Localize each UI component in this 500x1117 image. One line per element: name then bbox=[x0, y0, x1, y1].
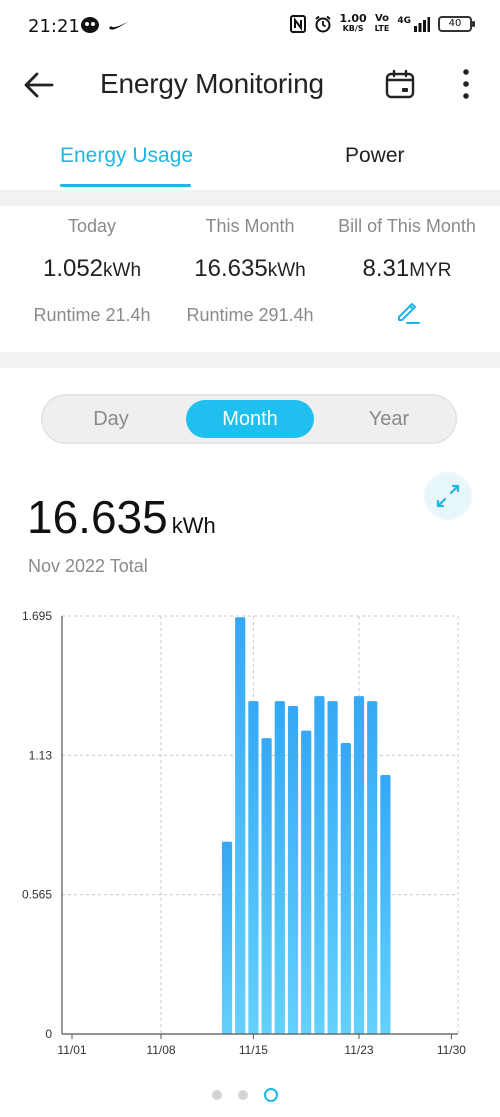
chart-bar bbox=[367, 701, 378, 1034]
status-left-icons bbox=[80, 16, 130, 34]
battery-indicator: 40 bbox=[438, 16, 475, 32]
calendar-icon[interactable] bbox=[384, 68, 416, 100]
page-dot-2[interactable] bbox=[238, 1090, 248, 1100]
month-value-row: 16.635kWh bbox=[167, 255, 333, 283]
summary-panel: Today 1.052kWh Runtime 21.4h This Month … bbox=[0, 206, 500, 352]
tab-power[interactable]: Power bbox=[345, 144, 405, 168]
summary-bill: Bill of This Month 8.31MYR bbox=[324, 206, 490, 329]
total-row: 16.635 kWh bbox=[27, 490, 216, 544]
month-unit: kWh bbox=[267, 260, 306, 281]
y-tick-label: 0 bbox=[45, 1027, 52, 1041]
chart-bar bbox=[327, 701, 338, 1034]
total-label: Nov 2022 Total bbox=[28, 556, 148, 576]
active-tab-indicator bbox=[60, 184, 191, 187]
x-tick-label: 11/23 bbox=[344, 1043, 373, 1057]
page-title: Energy Monitoring bbox=[100, 68, 324, 99]
net-speed-unit: KB/S bbox=[342, 24, 364, 33]
chart-bar bbox=[380, 775, 391, 1034]
chart-bar bbox=[314, 696, 325, 1034]
y-tick-label: 1.13 bbox=[29, 748, 53, 762]
x-tick-label: 11/01 bbox=[57, 1043, 86, 1057]
chart-bar bbox=[287, 706, 299, 1034]
chart-bar bbox=[301, 730, 312, 1034]
alarm-icon bbox=[314, 15, 331, 33]
expand-icon bbox=[436, 484, 460, 508]
chart-bar bbox=[353, 696, 365, 1034]
total-unit: kWh bbox=[171, 513, 216, 538]
chart-bar bbox=[248, 701, 259, 1034]
x-tick-label: 11/30 bbox=[437, 1043, 466, 1057]
page-dot-3-active[interactable] bbox=[264, 1088, 278, 1102]
summary-month: This Month 16.635kWh Runtime 291.4h bbox=[167, 206, 333, 326]
status-time: 21:21 bbox=[28, 16, 80, 37]
swoosh-icon bbox=[109, 21, 129, 30]
net-speed: 1.00 KB/S bbox=[339, 12, 367, 34]
app-bar: Energy Monitoring bbox=[0, 58, 500, 114]
month-value: 16.635 bbox=[194, 255, 268, 282]
more-vertical-icon[interactable] bbox=[458, 66, 474, 102]
chart-bar bbox=[261, 738, 272, 1034]
arrow-left-icon[interactable] bbox=[22, 68, 56, 102]
tab-energy-usage[interactable]: Energy Usage bbox=[60, 144, 193, 168]
x-tick-label: 11/08 bbox=[146, 1043, 175, 1057]
tab-bar: Energy Usage Power bbox=[0, 130, 500, 190]
volte-indicator: Vo LTE bbox=[375, 14, 390, 34]
page-indicator bbox=[212, 1088, 278, 1102]
today-value-row: 1.052kWh bbox=[9, 255, 175, 283]
bill-unit: MYR bbox=[409, 260, 452, 281]
bill-label: Bill of This Month bbox=[338, 216, 476, 236]
status-bar: 21:21 1.00 KB/S Vo LTE 4G 40 bbox=[0, 0, 500, 58]
today-runtime: Runtime 21.4h bbox=[33, 305, 151, 325]
today-label: Today bbox=[67, 216, 117, 236]
divider-band bbox=[0, 190, 500, 206]
nfc-icon bbox=[289, 15, 306, 33]
y-tick-label: 1.695 bbox=[22, 609, 52, 623]
signal-icon bbox=[414, 17, 430, 32]
chart-bar bbox=[235, 617, 246, 1034]
period-day[interactable]: Day bbox=[61, 394, 161, 444]
energy-bar-chart: 0 0.565 1.13 1.695 11/01 11/08 11/15 11/23 11/30 bbox=[22, 609, 466, 1057]
chart-bar bbox=[274, 701, 285, 1034]
status-right-icons: 1.00 KB/S Vo LTE 4G 40 bbox=[289, 12, 475, 34]
chart-bar bbox=[340, 743, 351, 1034]
signal-group: 4G bbox=[397, 16, 430, 32]
summary-today: Today 1.052kWh Runtime 21.4h bbox=[9, 206, 175, 326]
today-value: 1.052 bbox=[42, 255, 104, 282]
period-selector: Day Month Year bbox=[41, 394, 457, 444]
app-notification-icon bbox=[81, 17, 99, 33]
chart-bar bbox=[221, 841, 233, 1034]
month-label: This Month bbox=[205, 216, 295, 236]
today-unit: kWh bbox=[103, 260, 142, 281]
expand-button[interactable] bbox=[424, 472, 472, 520]
page-dot-1[interactable] bbox=[212, 1090, 222, 1100]
volte-bottom: LTE bbox=[374, 24, 390, 33]
bill-value-row: 8.31MYR bbox=[324, 255, 490, 283]
volte-top: Vo bbox=[374, 13, 390, 24]
edit-pencil-icon[interactable] bbox=[393, 297, 421, 325]
period-year[interactable]: Year bbox=[339, 394, 439, 444]
divider-band-2 bbox=[0, 352, 500, 368]
y-tick-label: 0.565 bbox=[22, 888, 52, 902]
network-type: 4G bbox=[397, 16, 411, 26]
total-value: 16.635 bbox=[27, 491, 168, 543]
net-speed-value: 1.00 bbox=[339, 12, 367, 25]
period-month[interactable]: Month bbox=[186, 400, 314, 438]
month-runtime: Runtime 291.4h bbox=[186, 305, 314, 325]
bill-value: 8.31 bbox=[362, 255, 410, 282]
x-tick-label: 11/15 bbox=[239, 1043, 268, 1057]
